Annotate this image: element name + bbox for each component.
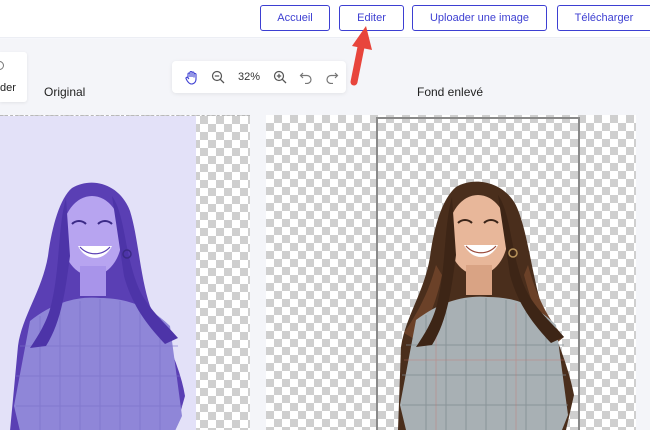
side-tool-card[interactable]: der (0, 52, 27, 102)
zoom-out-icon[interactable] (210, 69, 226, 85)
zoom-toolbar: 32% (172, 61, 346, 93)
original-label: Original (44, 85, 86, 99)
hand-icon[interactable] (184, 69, 200, 85)
result-photo (398, 181, 574, 430)
redo-icon[interactable] (324, 69, 340, 85)
undo-icon[interactable] (298, 69, 314, 85)
result-label: Fond enlevé (417, 85, 484, 99)
top-toolbar: Accueil Editer Uploader une image Téléch… (0, 0, 650, 38)
original-photo (10, 182, 185, 430)
side-tool-label: der (0, 82, 16, 94)
accueil-button[interactable]: Accueil (260, 5, 330, 31)
zoom-level: 32% (237, 71, 261, 83)
zoom-in-icon[interactable] (272, 69, 288, 85)
download-button[interactable]: Télécharger (557, 5, 650, 31)
original-image-panel (0, 115, 250, 430)
radio-icon[interactable] (0, 61, 4, 70)
pointer-arrow (350, 26, 372, 86)
upload-image-button[interactable]: Uploader une image (412, 5, 547, 31)
result-image-panel (266, 115, 636, 430)
